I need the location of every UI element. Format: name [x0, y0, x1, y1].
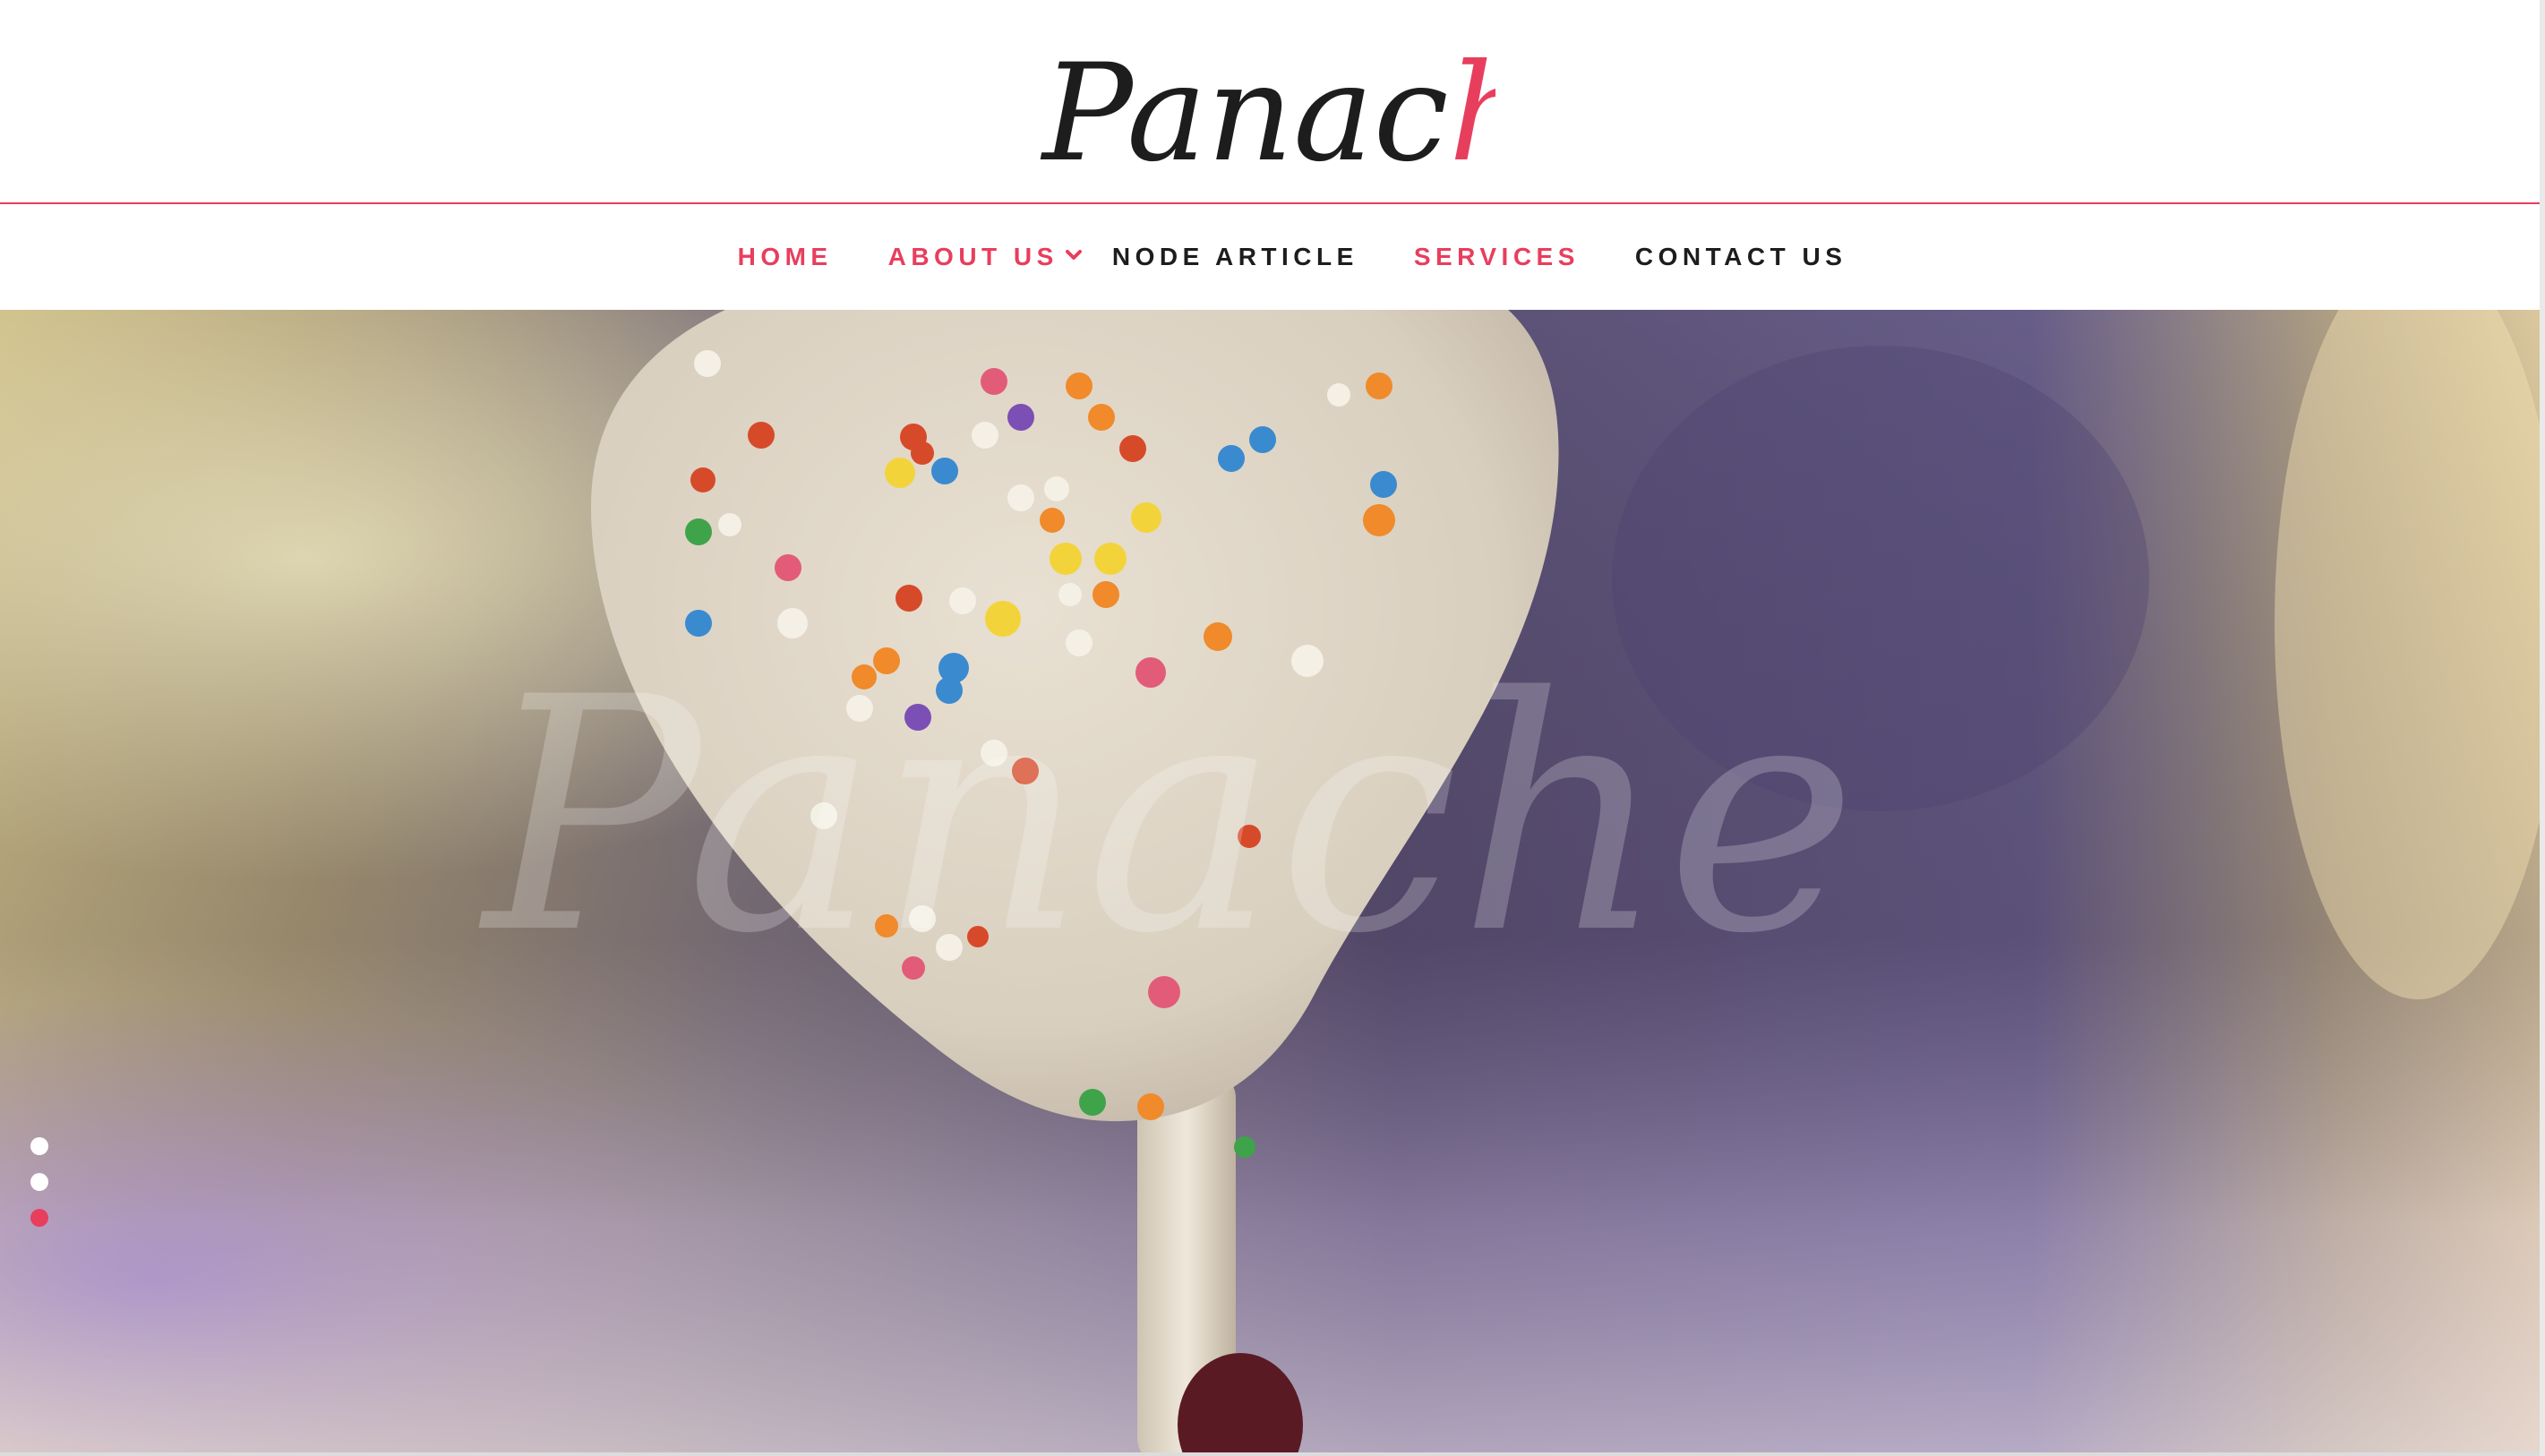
nav-item-services[interactable]: SERVICES [1414, 243, 1580, 271]
nav-item-node-article[interactable]: NODE ARTICLE [1112, 243, 1358, 271]
logo-text: Panache [1040, 36, 1495, 177]
site-header: Panache [0, 0, 2540, 204]
hero-slider[interactable]: Panache [0, 310, 2540, 1452]
site-logo[interactable]: Panache [1030, 16, 1495, 177]
nav-item-about-us-label: ABOUT US [887, 243, 1058, 270]
hero-watermark: Panache [478, 629, 1856, 1004]
hero-image: Panache [0, 310, 2540, 1452]
nav-item-contact-us-label: CONTACT US [1634, 243, 1847, 270]
slide-dot-2[interactable] [30, 1173, 48, 1191]
nav-item-contact-us[interactable]: CONTACT US [1635, 243, 1847, 271]
page-bottom-edge [0, 1452, 2540, 1456]
main-navigation: HOME ABOUT US NODE ARTICLE SERVICES CONT… [0, 204, 2540, 310]
slide-dot-1[interactable] [30, 1137, 48, 1155]
chevron-down-icon[interactable] [1064, 245, 1084, 265]
scrollbar-track[interactable] [2540, 0, 2545, 1456]
slider-pagination [30, 1137, 50, 1230]
nav-item-home-label: HOME [737, 243, 833, 270]
slide-dot-3[interactable] [30, 1209, 48, 1227]
nav-item-node-article-label: NODE ARTICLE [1111, 243, 1358, 270]
nav-item-about-us[interactable]: ABOUT US [888, 243, 1084, 271]
nav-item-home[interactable]: HOME [738, 243, 833, 271]
nav-list: HOME ABOUT US NODE ARTICLE SERVICES CONT… [0, 204, 2540, 310]
nav-item-services-label: SERVICES [1413, 243, 1580, 270]
page: Panache HOME ABOUT US NODE ARTICLE SERVI… [0, 0, 2545, 1456]
